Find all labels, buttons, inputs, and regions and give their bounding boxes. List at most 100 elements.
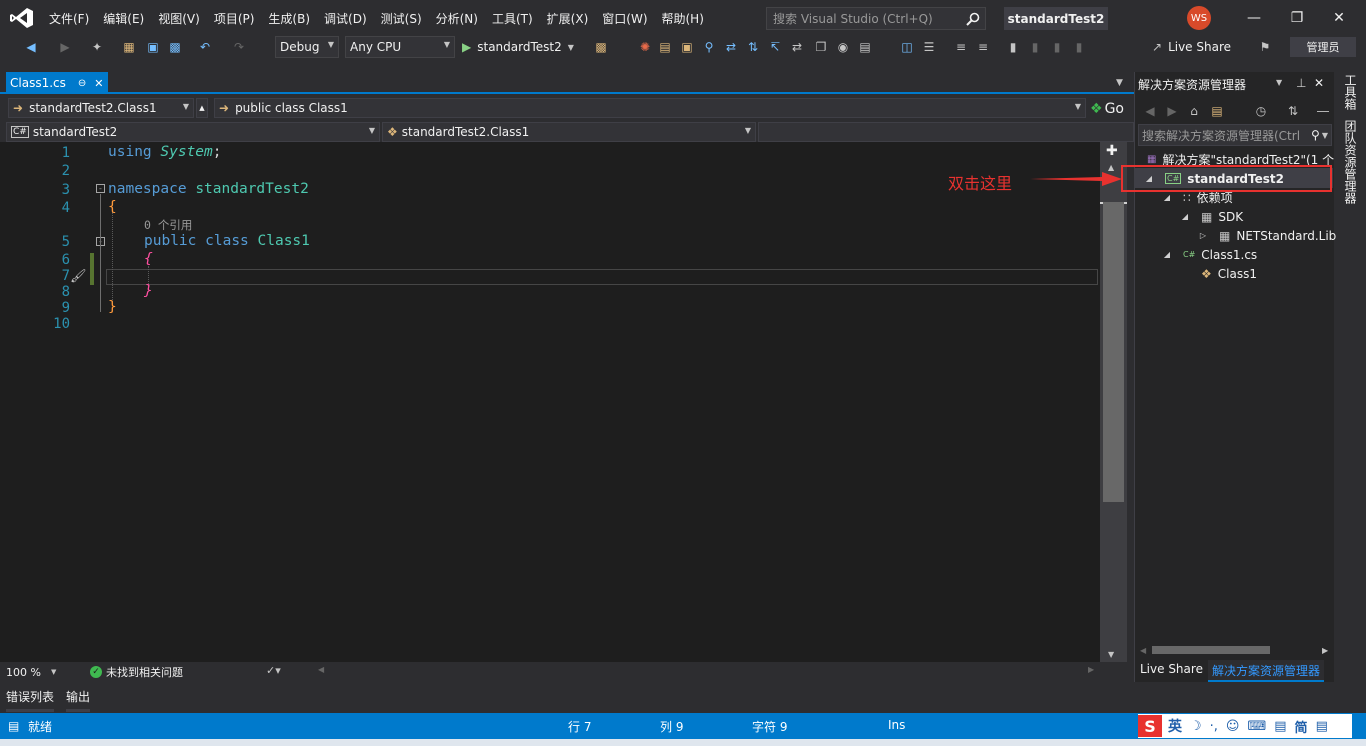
uncomment-icon[interactable]: ≡ [974, 38, 992, 56]
save-all-icon[interactable]: ▩ [166, 38, 184, 56]
menu-analyze[interactable]: 分析(N) [429, 0, 485, 36]
menu-window[interactable]: 窗口(W) [595, 0, 654, 36]
toolbar-tool-icon[interactable]: ◫ [898, 38, 916, 56]
punctuation-icon[interactable]: ·, [1210, 719, 1218, 734]
menu-debug[interactable]: 调试(D) [317, 0, 374, 36]
menu-test[interactable]: 测试(S) [374, 0, 429, 36]
new-project-icon[interactable]: ✦ [88, 38, 106, 56]
expand-triangle-icon[interactable]: ◢ [1179, 212, 1191, 221]
start-debugging-button[interactable]: ▶ standardTest2 ▼ [462, 36, 574, 58]
expand-triangle-icon[interactable]: ◢ [1161, 193, 1173, 202]
tab-solution-explorer[interactable]: 解决方案资源管理器 [1208, 660, 1325, 682]
switch-views-icon[interactable]: ▤ [1208, 102, 1226, 120]
scroll-up-icon[interactable]: ▲ [1108, 163, 1114, 172]
open-folder-icon[interactable]: ▦ [120, 38, 138, 56]
scroll-left-icon[interactable]: ◀ [318, 665, 324, 674]
toolbar-tool-icon[interactable]: ▤ [856, 38, 874, 56]
tab-live-share[interactable]: Live Share [1140, 662, 1203, 676]
menu-tools[interactable]: 工具(T) [485, 0, 540, 36]
type-navigation-select[interactable]: ➜ standardTest2.Class1 ▼ [8, 98, 194, 118]
minimize-icon[interactable]: — [1240, 6, 1268, 30]
menu-build[interactable]: 生成(B) [261, 0, 317, 36]
tab-class1-cs[interactable]: Class1.cs ⊖ ✕ [6, 72, 108, 94]
expand-triangle-icon[interactable]: ◢ [1161, 250, 1173, 259]
zoom-select[interactable]: 100 % ▼ [6, 664, 66, 680]
sync-icon[interactable]: ⇅ [1284, 102, 1302, 120]
scroll-thumb[interactable] [1152, 646, 1270, 654]
toolbar-tool-icon[interactable]: ↸ [766, 38, 784, 56]
collapse-triangle-icon[interactable]: ▷ [1197, 231, 1209, 240]
close-icon[interactable]: ✕ [1314, 76, 1324, 90]
scroll-right-icon[interactable]: ▶ [1088, 665, 1094, 674]
toolbar-tool-icon[interactable]: ◉ [834, 38, 852, 56]
member-navigation-select[interactable]: ➜ public class Class1 ▼ [214, 98, 1086, 118]
forward-icon[interactable]: ▶ [1163, 102, 1181, 120]
comment-icon[interactable]: ≡ [952, 38, 970, 56]
scroll-left-icon[interactable]: ◀ [1140, 646, 1146, 655]
bookmark-icon[interactable]: ▮ [1004, 38, 1022, 56]
forward-icon[interactable]: ▶ [56, 38, 74, 56]
ime-script[interactable]: 简 [1295, 717, 1308, 736]
back-icon[interactable]: ◀ [22, 38, 40, 56]
toolbar-tool-icon[interactable]: ☰ [920, 38, 938, 56]
menu-edit[interactable]: 编辑(E) [96, 0, 151, 36]
collapse-namespace-icon[interactable]: - [96, 184, 105, 193]
close-icon[interactable]: ✕ [94, 77, 103, 90]
toolbox-tab[interactable]: 工具箱 [1342, 74, 1359, 110]
tab-overflow-icon[interactable]: ▼ [1116, 78, 1123, 88]
keyboard-icon[interactable]: ⌨ [1247, 719, 1266, 734]
pending-changes-icon[interactable]: ◷ [1252, 102, 1270, 120]
menu-project[interactable]: 项目(P) [207, 0, 262, 36]
moon-icon[interactable]: ☽ [1190, 719, 1202, 734]
solution-explorer-search-input[interactable]: 搜索解决方案资源管理器(Ctrl ⚲ ▼ [1138, 124, 1332, 146]
scroll-down-icon[interactable]: ▼ [1108, 650, 1114, 659]
tree-netstandard[interactable]: ▷ ▦ NETStandard.Lib [1197, 226, 1336, 245]
project-navigation-select[interactable]: C# standardTest2 ▼ [6, 122, 380, 142]
toolbar-tool-icon[interactable]: ⇄ [722, 38, 740, 56]
split-window-icon[interactable]: ✚ [1106, 143, 1118, 159]
menu-extensions[interactable]: 扩展(X) [540, 0, 596, 36]
redo-icon[interactable]: ↷ [230, 38, 248, 56]
pin-icon[interactable]: ⊥ [1296, 76, 1306, 90]
debug-icon[interactable]: ✺ [636, 38, 654, 56]
save-icon[interactable]: ▣ [144, 38, 162, 56]
scroll-thumb[interactable] [1103, 202, 1124, 502]
toolbar-tool-icon[interactable]: ⇄ [788, 38, 806, 56]
emoji-icon[interactable]: ☺ [1226, 719, 1240, 734]
tree-sdk[interactable]: ◢ ▦ SDK [1179, 207, 1243, 226]
more-icon[interactable]: ― [1314, 102, 1332, 120]
search-icon[interactable]: ⚲ [700, 38, 718, 56]
tab-error-list[interactable]: 错误列表 [6, 688, 55, 712]
toolbox-icon[interactable]: ▤ [1274, 719, 1286, 734]
ime-language[interactable]: 英 [1168, 716, 1182, 736]
tree-class1[interactable]: ❖ Class1 [1201, 264, 1257, 283]
pin-icon[interactable]: ⊖ [78, 78, 86, 89]
undo-icon[interactable]: ↶ [196, 38, 214, 56]
menu-file[interactable]: 文件(F) [42, 0, 96, 36]
ime-toolbar[interactable]: S 英 ☽ ·, ☺ ⌨ ▤ 简 ▤ [1138, 714, 1352, 738]
tab-output[interactable]: 输出 [66, 688, 91, 712]
tree-class1-cs[interactable]: ◢ C# Class1.cs [1161, 245, 1257, 264]
home-icon[interactable]: ⌂ [1185, 102, 1203, 120]
toolbar-tool-icon[interactable]: ▣ [678, 38, 696, 56]
quick-launch-search-input[interactable]: 搜索 Visual Studio (Ctrl+Q) [766, 7, 986, 30]
bookmark-next-icon[interactable]: ▮ [1048, 38, 1066, 56]
close-icon[interactable]: ✕ [1325, 6, 1353, 30]
window-position-icon[interactable]: ▼ [1276, 78, 1282, 87]
solution-platform-select[interactable]: Any CPU ▼ [345, 36, 455, 58]
nav-scroll-arrows[interactable]: ▲ [196, 98, 208, 118]
menu-help[interactable]: 帮助(H) [655, 0, 711, 36]
menu-view[interactable]: 视图(V) [151, 0, 207, 36]
code-cleanup-icon[interactable]: ✓▾ [266, 664, 281, 677]
toolbar-tool-icon[interactable]: ▤ [656, 38, 674, 56]
live-share-button[interactable]: ↗ Live Share [1152, 36, 1231, 58]
skin-icon[interactable]: ▤ [1316, 719, 1328, 734]
scope-navigation-select[interactable]: ❖ standardTest2.Class1 ▼ [382, 122, 756, 142]
team-explorer-tab[interactable]: 团队资源管理器 [1342, 120, 1359, 204]
solution-configuration-select[interactable]: Debug ▼ [275, 36, 339, 58]
codelens-references[interactable]: 0 个引用 [144, 217, 192, 233]
feedback-icon[interactable]: ⚑ [1256, 38, 1274, 56]
toolbar-tool-icon[interactable]: ⇅ [744, 38, 762, 56]
find-in-files-icon[interactable]: ▩ [592, 38, 610, 56]
restore-icon[interactable]: ❐ [1283, 6, 1311, 30]
